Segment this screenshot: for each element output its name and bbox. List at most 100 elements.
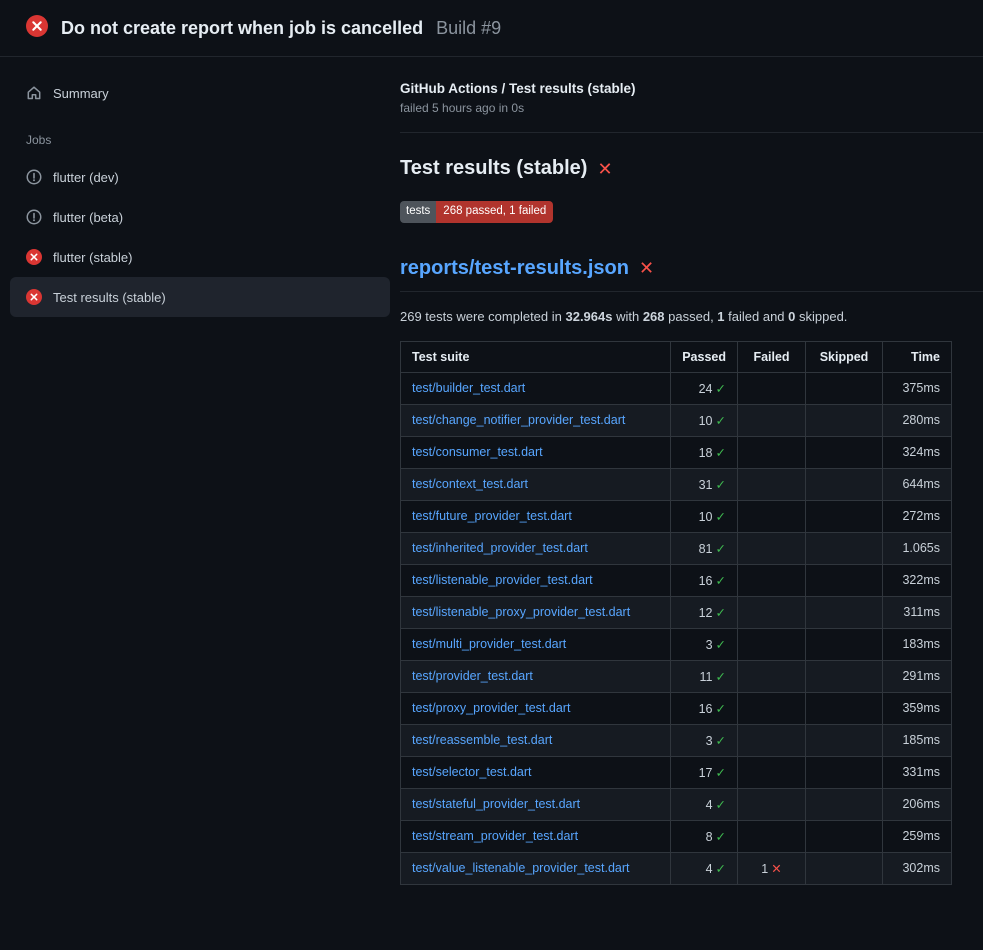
passed-count: 10 xyxy=(699,510,713,524)
sidebar-item-flutter-stable[interactable]: flutter (stable) xyxy=(10,237,390,277)
job-label: flutter (dev) xyxy=(53,170,119,185)
summary-text: passed, xyxy=(665,309,718,324)
table-row: test/listenable_provider_test.dart 16✓ 3… xyxy=(401,564,952,596)
check-icon: ✓ xyxy=(716,702,726,716)
passed-count: 16 xyxy=(699,574,713,588)
check-icon: ✓ xyxy=(716,382,726,396)
fail-x-icon: ✕ xyxy=(771,862,781,876)
time-value: 331ms xyxy=(902,765,940,779)
test-suite-link[interactable]: test/stateful_provider_test.dart xyxy=(412,797,580,811)
passed-count: 12 xyxy=(699,606,713,620)
passed-count: 11 xyxy=(700,670,713,684)
test-suite-link[interactable]: test/value_listenable_provider_test.dart xyxy=(412,861,630,875)
time-value: 280ms xyxy=(902,413,940,427)
failed-x-icon: ✕ xyxy=(639,259,654,277)
table-row: test/inherited_provider_test.dart 81✓ 1.… xyxy=(401,532,952,564)
time-value: 291ms xyxy=(902,669,940,683)
summary-line: 269 tests were completed in 32.964s with… xyxy=(400,309,983,324)
time-value: 375ms xyxy=(902,381,940,395)
check-icon: ✓ xyxy=(716,862,726,876)
summary-number: 1 xyxy=(717,309,724,324)
time-value: 322ms xyxy=(902,573,940,587)
test-suite-link[interactable]: test/selector_test.dart xyxy=(412,765,532,779)
jobs-section-label: Jobs xyxy=(0,133,400,147)
passed-count: 4 xyxy=(706,798,713,812)
table-row: test/change_notifier_provider_test.dart … xyxy=(401,404,952,436)
check-icon: ✓ xyxy=(716,446,726,460)
test-table-body: test/builder_test.dart 24✓ 375ms test/ch… xyxy=(401,372,952,884)
time-value: 206ms xyxy=(902,797,940,811)
header-passed: Passed xyxy=(671,341,738,372)
summary-text: 269 tests were completed in xyxy=(400,309,565,324)
summary-number: 268 xyxy=(643,309,665,324)
check-icon: ✓ xyxy=(716,574,726,588)
header-test-suite: Test suite xyxy=(401,341,671,372)
table-row: test/stateful_provider_test.dart 4✓ 206m… xyxy=(401,788,952,820)
table-row: test/stream_provider_test.dart 8✓ 259ms xyxy=(401,820,952,852)
passed-count: 24 xyxy=(699,382,713,396)
run-title: Do not create report when job is cancell… xyxy=(61,18,423,39)
test-suite-link[interactable]: test/listenable_proxy_provider_test.dart xyxy=(412,605,630,619)
test-suite-link[interactable]: test/provider_test.dart xyxy=(412,669,533,683)
test-suite-link[interactable]: test/context_test.dart xyxy=(412,477,528,491)
table-row: test/listenable_proxy_provider_test.dart… xyxy=(401,596,952,628)
header-divider xyxy=(400,132,983,133)
header-skipped: Skipped xyxy=(806,341,883,372)
check-icon: ✓ xyxy=(716,670,726,684)
time-value: 1.065s xyxy=(902,541,940,555)
table-row: test/reassemble_test.dart 3✓ 185ms xyxy=(401,724,952,756)
summary-text: with xyxy=(612,309,642,324)
passed-count: 8 xyxy=(706,830,713,844)
run-status-failed-icon xyxy=(26,15,48,42)
passed-count: 81 xyxy=(699,542,713,556)
sidebar-item-flutter-dev[interactable]: flutter (dev) xyxy=(10,157,390,197)
failed-x-icon: ✕ xyxy=(597,160,612,178)
passed-count: 16 xyxy=(699,702,713,716)
time-value: 259ms xyxy=(902,829,940,843)
test-suite-link[interactable]: test/stream_provider_test.dart xyxy=(412,829,578,843)
time-value: 183ms xyxy=(902,637,940,651)
test-suite-link[interactable]: test/change_notifier_provider_test.dart xyxy=(412,413,625,427)
time-value: 324ms xyxy=(902,445,940,459)
main-content: GitHub Actions / Test results (stable) f… xyxy=(400,57,983,885)
test-suite-link[interactable]: test/consumer_test.dart xyxy=(412,445,543,459)
test-suite-link[interactable]: test/multi_provider_test.dart xyxy=(412,637,566,651)
test-suite-link[interactable]: test/proxy_provider_test.dart xyxy=(412,701,570,715)
table-row: test/consumer_test.dart 18✓ 324ms xyxy=(401,436,952,468)
time-value: 311ms xyxy=(903,605,940,619)
job-label: Test results (stable) xyxy=(53,290,166,305)
badge-value: 268 passed, 1 failed xyxy=(436,201,553,223)
sidebar-item-test-results-stable[interactable]: Test results (stable) xyxy=(10,277,390,317)
test-suite-link[interactable]: test/listenable_provider_test.dart xyxy=(412,573,593,587)
test-suite-link[interactable]: test/reassemble_test.dart xyxy=(412,733,552,747)
sidebar-item-flutter-beta[interactable]: flutter (beta) xyxy=(10,197,390,237)
job-label: flutter (stable) xyxy=(53,250,132,265)
job-neutral-icon xyxy=(26,169,42,185)
test-suite-link[interactable]: test/inherited_provider_test.dart xyxy=(412,541,588,555)
table-header-row: Test suite Passed Failed Skipped Time xyxy=(401,341,952,372)
check-icon: ✓ xyxy=(716,414,726,428)
failed-count: 1 xyxy=(761,862,768,876)
run-header: Do not create report when job is cancell… xyxy=(0,0,983,57)
build-number: Build #9 xyxy=(436,18,501,39)
passed-count: 3 xyxy=(706,638,713,652)
header-time: Time xyxy=(883,341,952,372)
test-suite-link[interactable]: test/builder_test.dart xyxy=(412,381,525,395)
badge-label: tests xyxy=(400,201,436,223)
check-icon: ✓ xyxy=(716,510,726,524)
table-row: test/future_provider_test.dart 10✓ 272ms xyxy=(401,500,952,532)
table-row: test/selector_test.dart 17✓ 331ms xyxy=(401,756,952,788)
table-row: test/builder_test.dart 24✓ 375ms xyxy=(401,372,952,404)
sidebar-item-summary[interactable]: Summary xyxy=(0,79,400,107)
check-icon: ✓ xyxy=(716,542,726,556)
summary-text: failed and xyxy=(725,309,789,324)
breadcrumb: GitHub Actions / Test results (stable) xyxy=(400,81,983,96)
summary-text: skipped. xyxy=(795,309,847,324)
header-failed: Failed xyxy=(738,341,806,372)
passed-count: 31 xyxy=(699,478,713,492)
table-row: test/context_test.dart 31✓ 644ms xyxy=(401,468,952,500)
test-suite-link[interactable]: test/future_provider_test.dart xyxy=(412,509,572,523)
report-file-link[interactable]: reports/test-results.json xyxy=(400,257,629,280)
check-icon: ✓ xyxy=(716,734,726,748)
job-label: flutter (beta) xyxy=(53,210,123,225)
